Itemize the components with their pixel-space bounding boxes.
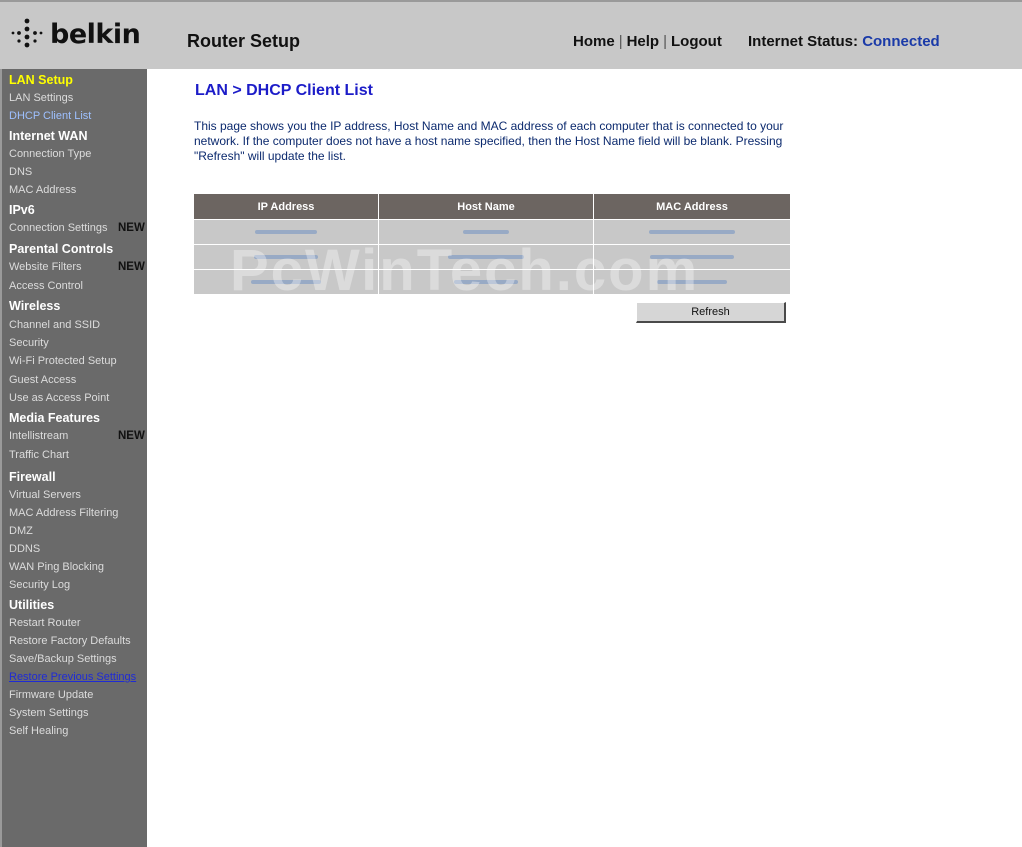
- help-link[interactable]: Help: [627, 33, 660, 50]
- column-header-mac-address: MAC Address: [593, 194, 790, 220]
- sidebar-item-wan-ping-blocking[interactable]: WAN Ping Blocking: [9, 561, 104, 573]
- mac-address-cell: [593, 269, 790, 294]
- new-badge: NEW: [118, 261, 145, 273]
- belkin-logo[interactable]: belkin: [10, 14, 141, 54]
- brand-name: belkin: [50, 18, 141, 50]
- belkin-dots-icon: [11, 18, 43, 48]
- host-name-cell: [378, 244, 594, 270]
- sidebar-item-firmware-update[interactable]: Firmware Update: [9, 689, 93, 701]
- column-header-host-name: Host Name: [378, 194, 594, 220]
- sidebar-item-intellistream[interactable]: Intellistream: [9, 430, 68, 442]
- sidebar-item-channel-and-ssid[interactable]: Channel and SSID: [9, 319, 100, 331]
- sidebar-item-restart-router[interactable]: Restart Router: [9, 617, 81, 629]
- sidebar-item-system-settings[interactable]: System Settings: [9, 707, 88, 719]
- nav-separator: |: [663, 33, 668, 50]
- sidebar-heading-wireless[interactable]: Wireless: [9, 299, 60, 313]
- sidebar-heading-utilities[interactable]: Utilities: [9, 598, 54, 612]
- sidebar-item-security-log[interactable]: Security Log: [9, 579, 70, 591]
- sidebar-item-ipv6-connection-settings[interactable]: Connection Settings: [9, 222, 107, 234]
- ip-address-cell: [194, 219, 379, 245]
- sidebar-heading-ipv6[interactable]: IPv6: [9, 203, 35, 217]
- ip-address-cell: [194, 244, 379, 270]
- redacted-value: [254, 255, 318, 260]
- mac-address-cell: [593, 244, 790, 270]
- top-nav: Home | Help | Logout: [573, 33, 722, 50]
- description-text: This page shows you the IP address, Host…: [194, 119, 784, 163]
- sidebar-item-virtual-servers[interactable]: Virtual Servers: [9, 489, 81, 501]
- mac-address-cell: [593, 219, 790, 245]
- sidebar-item-save-backup-settings[interactable]: Save/Backup Settings: [9, 653, 117, 665]
- sidebar-item-dhcp-client-list[interactable]: DHCP Client List: [9, 110, 91, 122]
- redacted-value: [463, 230, 509, 235]
- home-link[interactable]: Home: [573, 33, 615, 50]
- sidebar-item-restore-previous-settings[interactable]: Restore Previous Settings: [9, 671, 136, 683]
- sidebar-nav: LAN Setup LAN Settings DHCP Client List …: [0, 69, 147, 847]
- logout-link[interactable]: Logout: [671, 33, 722, 50]
- redacted-value: [650, 255, 734, 260]
- column-header-ip-address: IP Address: [194, 194, 379, 220]
- table-row: [194, 244, 790, 270]
- nav-separator: |: [618, 33, 623, 50]
- redacted-value: [448, 255, 524, 260]
- dhcp-client-table: IP Address Host Name MAC Address: [194, 194, 790, 294]
- host-name-cell: [378, 219, 594, 245]
- sidebar-item-wireless-security[interactable]: Security: [9, 337, 49, 349]
- sidebar-item-connection-type[interactable]: Connection Type: [9, 148, 91, 160]
- page-description: This page shows you the IP address, Host…: [194, 119, 794, 164]
- sidebar-heading-lan-setup[interactable]: LAN Setup: [9, 73, 73, 87]
- sidebar-heading-parental-controls[interactable]: Parental Controls: [9, 242, 113, 256]
- internet-status: Internet Status: Connected: [748, 33, 940, 50]
- page-title: LAN > DHCP Client List: [195, 82, 373, 99]
- sidebar-item-guest-access[interactable]: Guest Access: [9, 374, 76, 386]
- router-setup-page: belkin Router Setup Home | Help | Logout Int…: [0, 0, 1022, 847]
- sidebar-heading-internet-wan[interactable]: Internet WAN: [9, 129, 87, 143]
- internet-status-value: Connected: [862, 33, 940, 50]
- sidebar-heading-media-features[interactable]: Media Features: [9, 411, 100, 425]
- table-header-row: IP Address Host Name MAC Address: [194, 194, 790, 220]
- refresh-button[interactable]: Refresh: [636, 302, 786, 323]
- new-badge: NEW: [118, 430, 145, 442]
- redacted-value: [255, 230, 317, 235]
- sidebar-item-ddns[interactable]: DDNS: [9, 543, 40, 555]
- redacted-value: [251, 280, 321, 285]
- table-row: [194, 219, 790, 245]
- sidebar-item-access-control[interactable]: Access Control: [9, 280, 83, 292]
- sidebar-item-traffic-chart[interactable]: Traffic Chart: [9, 449, 69, 461]
- sidebar-item-mac-address-filtering[interactable]: MAC Address Filtering: [9, 507, 118, 519]
- sidebar-item-use-as-access-point[interactable]: Use as Access Point: [9, 392, 109, 404]
- sidebar-item-wifi-protected-setup[interactable]: Wi-Fi Protected Setup: [9, 355, 117, 367]
- sidebar-item-lan-settings[interactable]: LAN Settings: [9, 92, 73, 104]
- table-row: [194, 269, 790, 294]
- ip-address-cell: [194, 269, 379, 294]
- redacted-value: [454, 280, 518, 285]
- redacted-value: [649, 230, 735, 235]
- sidebar-item-self-healing[interactable]: Self Healing: [9, 725, 68, 737]
- sidebar-item-dns[interactable]: DNS: [9, 166, 32, 178]
- sidebar-item-dmz[interactable]: DMZ: [9, 525, 33, 537]
- sidebar-item-mac-address[interactable]: MAC Address: [9, 184, 76, 196]
- sidebar-heading-firewall[interactable]: Firewall: [9, 470, 56, 484]
- new-badge: NEW: [118, 222, 145, 234]
- sidebar-item-website-filters[interactable]: Website Filters: [9, 261, 82, 273]
- header-bar: belkin Router Setup Home | Help | Logout Int…: [0, 0, 1022, 69]
- sidebar-item-restore-factory-defaults[interactable]: Restore Factory Defaults: [9, 635, 131, 647]
- internet-status-label: Internet Status:: [748, 33, 859, 50]
- app-title: Router Setup: [187, 31, 301, 51]
- redacted-value: [657, 280, 727, 285]
- host-name-cell: [378, 269, 594, 294]
